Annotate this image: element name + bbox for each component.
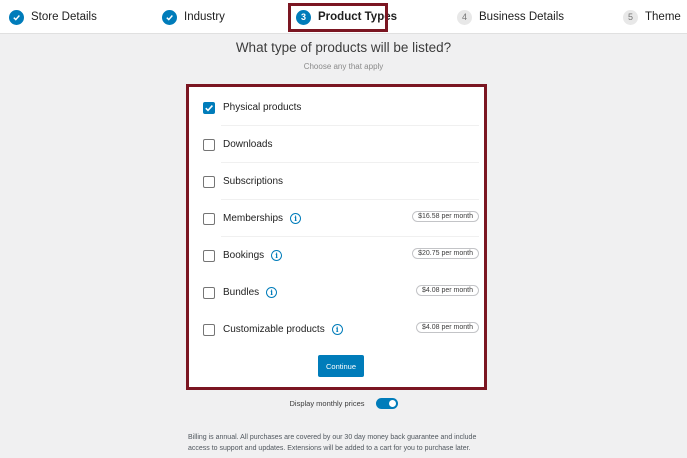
page-title: What type of products will be listed? xyxy=(235,40,452,55)
toggle-knob xyxy=(388,400,396,407)
step-label: Store Details xyxy=(31,11,97,23)
price-badge: $16.58 per month xyxy=(412,211,479,222)
step-industry[interactable]: Industry xyxy=(162,0,225,34)
option-label: Bundles xyxy=(223,287,260,298)
product-option-subscriptions[interactable]: Subscriptions xyxy=(203,163,479,200)
checkbox-checked[interactable] xyxy=(203,101,215,114)
step-number: 4 xyxy=(457,9,472,25)
step-label: Business Details xyxy=(479,11,565,23)
product-option-bookings[interactable]: Bookings i $20.75 per month xyxy=(203,237,479,274)
checkbox[interactable] xyxy=(203,286,215,299)
step-business-details[interactable]: 4 Business Details xyxy=(457,0,564,34)
step-label: Industry xyxy=(184,11,225,23)
page-subtitle: Choose any that apply xyxy=(303,62,384,71)
price-badge: $20.75 per month xyxy=(412,248,479,259)
setup-stepper: Store Details Industry 3 Product Types 4… xyxy=(0,0,687,34)
checkbox[interactable] xyxy=(203,175,215,188)
continue-button[interactable]: Continue xyxy=(318,355,364,377)
price-badge: $4.08 per month xyxy=(416,322,479,333)
info-icon[interactable]: i xyxy=(290,213,302,224)
option-label: Downloads xyxy=(223,139,273,150)
checkbox[interactable] xyxy=(203,249,215,262)
product-option-downloads[interactable]: Downloads xyxy=(203,126,479,163)
checkbox[interactable] xyxy=(203,212,215,225)
info-icon[interactable]: i xyxy=(271,250,283,261)
info-icon[interactable]: i xyxy=(331,324,343,335)
product-types-card: Physical products Downloads Subscription… xyxy=(186,84,487,390)
billing-note: Billing is annual. All purchases are cov… xyxy=(188,434,477,452)
option-label: Subscriptions xyxy=(223,176,284,187)
info-icon[interactable]: i xyxy=(266,287,278,298)
option-label: Customizable products xyxy=(223,324,325,335)
monthly-prices-toggle[interactable] xyxy=(375,398,398,409)
checkmark-icon xyxy=(162,9,177,25)
toggle-label: Display monthly prices xyxy=(289,399,365,408)
product-option-memberships[interactable]: Memberships i $16.58 per month xyxy=(203,200,479,237)
option-label: Bookings xyxy=(223,250,265,261)
option-label: Physical products xyxy=(223,102,302,113)
step-label: Theme xyxy=(645,11,681,23)
step-theme[interactable]: 5 Theme xyxy=(623,0,681,34)
option-label: Memberships xyxy=(223,213,284,224)
step-number: 5 xyxy=(623,9,638,25)
monthly-prices-toggle-row: Display monthly prices xyxy=(0,398,687,409)
step-store-details[interactable]: Store Details xyxy=(9,0,97,34)
checkmark-icon xyxy=(9,9,24,25)
price-badge: $4.08 per month xyxy=(416,285,479,296)
checkbox[interactable] xyxy=(203,138,215,151)
highlight-box xyxy=(288,3,388,32)
product-option-physical[interactable]: Physical products xyxy=(203,89,479,126)
product-option-bundles[interactable]: Bundles i $4.08 per month xyxy=(203,274,479,311)
product-option-customizable[interactable]: Customizable products i $4.08 per month xyxy=(203,311,479,348)
checkbox[interactable] xyxy=(203,323,215,336)
